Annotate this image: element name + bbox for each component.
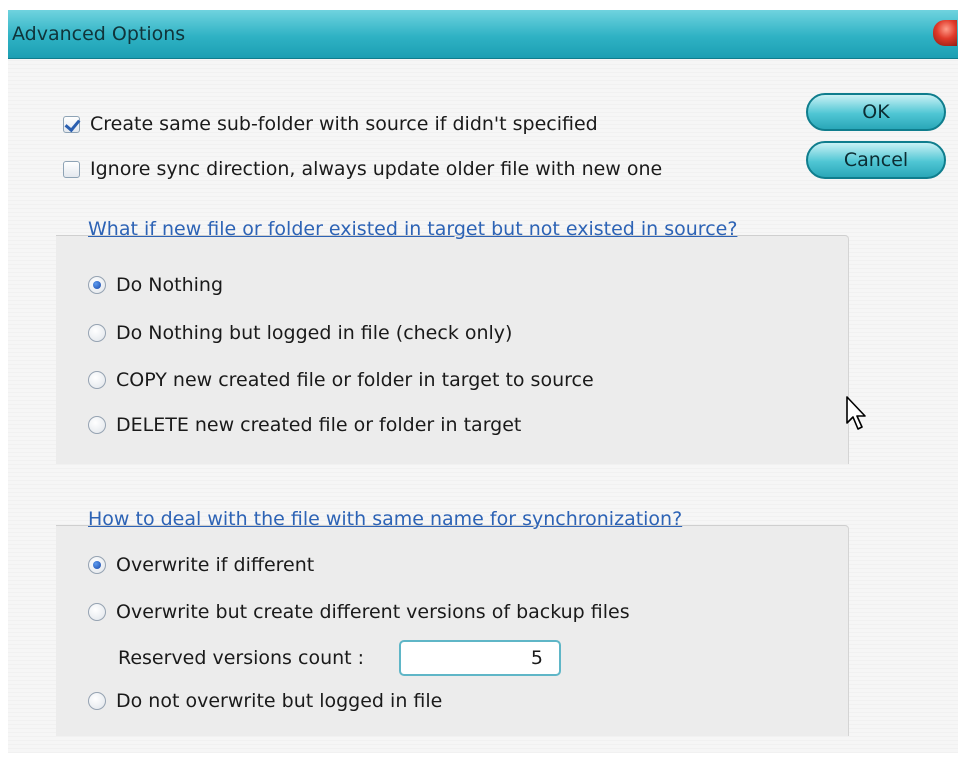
ignore-direction-option[interactable]: Ignore sync direction, always update old… xyxy=(63,155,662,183)
radio-button[interactable] xyxy=(88,692,106,710)
radio-label: Do Nothing xyxy=(116,274,224,296)
radio-do-nothing[interactable]: Do Nothing xyxy=(88,271,223,299)
create-subfolder-checkbox[interactable] xyxy=(63,115,80,133)
radio-label: Do Nothing but logged in file (check onl… xyxy=(116,322,513,344)
reserved-versions-input[interactable]: 5 xyxy=(399,640,561,676)
same-name-group-title: How to deal with the file with same name… xyxy=(88,508,683,530)
mouse-cursor-icon xyxy=(846,396,866,430)
radio-copy-to-source[interactable]: COPY new created file or folder in targe… xyxy=(88,366,594,394)
radio-button[interactable] xyxy=(88,324,106,342)
radio-label: COPY new created file or folder in targe… xyxy=(116,369,594,391)
reserved-versions-label: Reserved versions count : xyxy=(118,647,365,669)
window-title: Advanced Options xyxy=(12,23,186,45)
radio-label: DELETE new created file or folder in tar… xyxy=(116,414,522,436)
radio-button[interactable] xyxy=(88,556,106,574)
radio-label: Do not overwrite but logged in file xyxy=(116,690,443,712)
radio-button[interactable] xyxy=(88,371,106,389)
ignore-direction-label: Ignore sync direction, always update old… xyxy=(90,158,663,180)
title-bar[interactable]: Advanced Options xyxy=(8,10,958,59)
cancel-button[interactable]: Cancel xyxy=(806,141,946,179)
radio-overwrite-versions[interactable]: Overwrite but create different versions … xyxy=(88,598,630,626)
radio-button[interactable] xyxy=(88,416,106,434)
reserved-versions-row: Reserved versions count : xyxy=(118,644,364,672)
radio-overwrite-if-different[interactable]: Overwrite if different xyxy=(88,551,314,579)
ok-button[interactable]: OK xyxy=(806,93,946,131)
create-subfolder-option[interactable]: Create same sub-folder with source if di… xyxy=(63,110,598,138)
radio-do-not-overwrite[interactable]: Do not overwrite but logged in file xyxy=(88,687,442,715)
target-only-group-title: What if new file or folder existed in ta… xyxy=(88,218,738,240)
radio-button[interactable] xyxy=(88,276,106,294)
create-subfolder-label: Create same sub-folder with source if di… xyxy=(90,113,598,135)
ignore-direction-checkbox[interactable] xyxy=(63,160,80,178)
radio-do-nothing-logged[interactable]: Do Nothing but logged in file (check onl… xyxy=(88,319,512,347)
radio-label: Overwrite but create different versions … xyxy=(116,601,630,623)
radio-button[interactable] xyxy=(88,603,106,621)
close-icon[interactable] xyxy=(933,20,957,46)
radio-delete-in-target[interactable]: DELETE new created file or folder in tar… xyxy=(88,411,521,439)
advanced-options-dialog: Advanced Options Create same sub-folder … xyxy=(8,10,958,753)
radio-label: Overwrite if different xyxy=(116,554,315,576)
